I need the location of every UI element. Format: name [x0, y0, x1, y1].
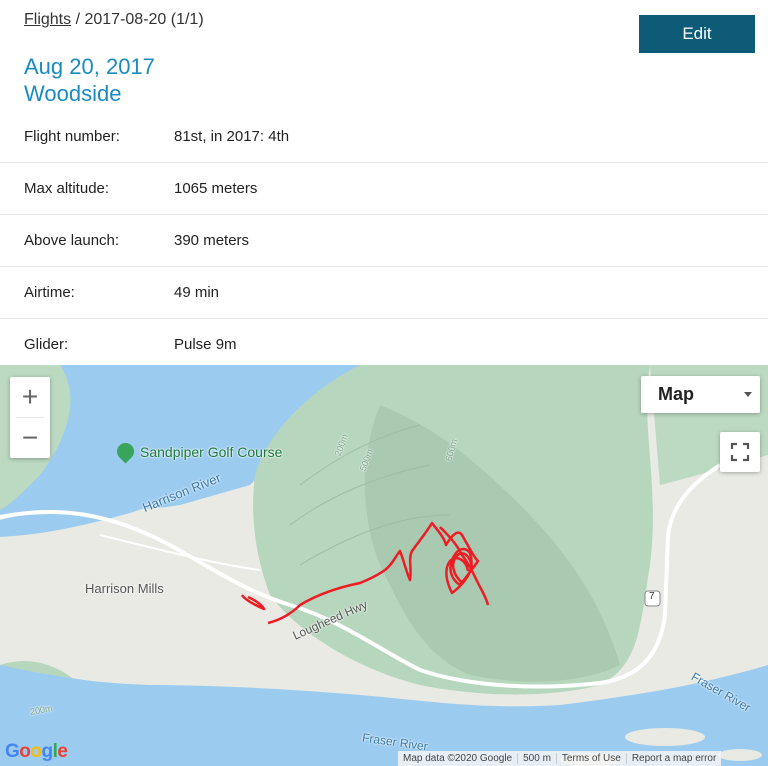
report-error-link[interactable]: Report a map error	[627, 753, 721, 764]
map-data-text: Map data ©2020 Google	[398, 753, 519, 764]
detail-label: Glider:	[24, 336, 69, 353]
detail-value: 1065 meters	[174, 180, 258, 197]
detail-row-above-launch: Above launch: 390 meters	[0, 215, 768, 267]
terms-link[interactable]: Terms of Use	[557, 753, 627, 764]
poi-golf-label: Sandpiper Golf Course	[140, 443, 283, 460]
detail-row-airtime: Airtime: 49 min	[0, 267, 768, 319]
map-canvas[interactable]	[0, 365, 768, 766]
detail-label: Flight number:	[24, 128, 120, 145]
breadcrumb-current: 2017-08-20 (1/1)	[84, 11, 204, 28]
detail-value: 390 meters	[174, 232, 250, 249]
detail-value: 81st, in 2017: 4th	[174, 128, 290, 145]
flight-date: Aug 20, 2017	[24, 54, 155, 79]
detail-label: Max altitude:	[24, 180, 110, 197]
detail-row-glider: Glider: Pulse 9m	[0, 319, 768, 370]
breadcrumb-flights-link[interactable]: Flights	[24, 11, 71, 28]
fullscreen-icon	[730, 442, 750, 462]
caret-down-icon	[744, 392, 752, 397]
map-scale[interactable]: 500 m	[518, 753, 557, 764]
zoom-in-button[interactable]: +	[10, 377, 50, 417]
detail-row-max-altitude: Max altitude: 1065 meters	[0, 163, 768, 215]
fullscreen-button[interactable]	[720, 432, 760, 472]
flight-site: Woodside	[24, 81, 122, 106]
flight-details-table: Flight number: 81st, in 2017: 4th Max al…	[0, 111, 768, 370]
google-logo[interactable]: Google	[5, 741, 68, 763]
detail-value: 49 min	[174, 284, 220, 301]
map-type-select[interactable]: Map	[641, 376, 760, 413]
label-harrison-mills: Harrison Mills	[85, 581, 164, 596]
map-attribution: Map data ©2020 Google 500 m Terms of Use…	[398, 751, 722, 766]
map-island	[625, 728, 705, 746]
flight-map[interactable]: + − Map Sandpiper Golf Course Harrison R…	[0, 365, 768, 766]
map-island	[718, 749, 762, 761]
golf-pin-icon	[113, 439, 138, 464]
breadcrumb-separator: /	[71, 11, 85, 28]
detail-value: Pulse 9m	[174, 336, 237, 353]
zoom-out-button[interactable]: −	[10, 418, 50, 458]
poi-golf-course[interactable]: Sandpiper Golf Course	[113, 439, 283, 464]
breadcrumb: Flights / 2017-08-20 (1/1)	[24, 11, 204, 29]
zoom-control: + −	[10, 377, 50, 458]
detail-label: Airtime:	[24, 284, 75, 301]
label-highway-7: 7	[649, 591, 655, 602]
detail-row-flight-number: Flight number: 81st, in 2017: 4th	[0, 111, 768, 163]
flight-title: Aug 20, 2017 Woodside	[24, 53, 155, 107]
map-type-label: Map	[658, 384, 694, 404]
detail-label: Above launch:	[24, 232, 120, 249]
edit-button[interactable]: Edit	[639, 15, 755, 53]
